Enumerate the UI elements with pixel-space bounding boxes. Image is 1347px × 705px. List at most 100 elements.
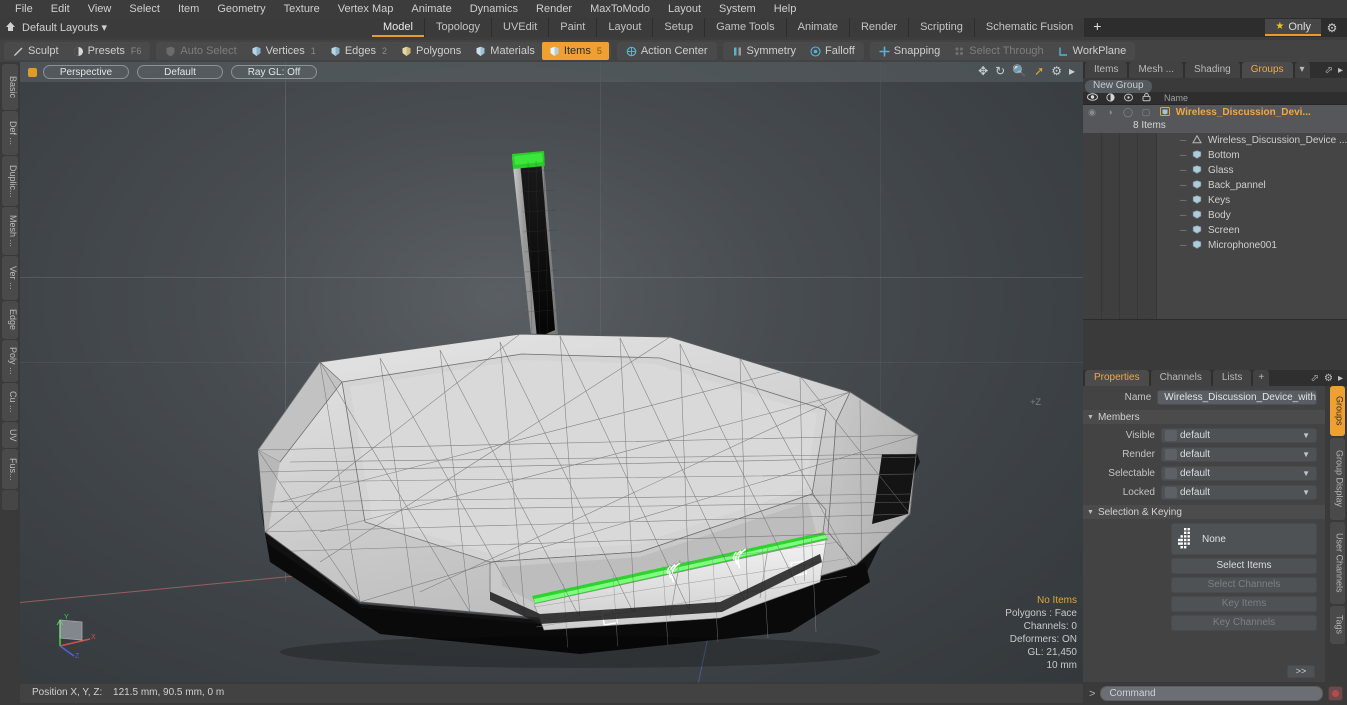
polygons-button[interactable]: Polygons	[394, 42, 468, 60]
toolbox-tab-polygon[interactable]: Poly ...	[2, 340, 18, 382]
snapping-button[interactable]: Snapping	[872, 42, 948, 60]
section-members[interactable]: ▼ Members	[1083, 410, 1325, 424]
tab-animate[interactable]: Animate	[786, 18, 849, 37]
viewport-3d[interactable]: Perspective Default Ray GL: Off ✥ ↻ 🔍 ➚ …	[20, 62, 1083, 682]
symmetry-button[interactable]: Symmetry	[725, 42, 804, 60]
tab-scripting[interactable]: Scripting	[909, 18, 974, 37]
side-tab-groups[interactable]: Groups	[1329, 386, 1345, 436]
table-row[interactable]: ─ Bottom	[1083, 148, 1347, 163]
presets-button[interactable]: Presets F6	[66, 42, 149, 60]
chevron-right-icon[interactable]: ▸	[1338, 373, 1343, 384]
side-tab-user-channels[interactable]: User Channels	[1329, 522, 1345, 604]
table-row[interactable]: ─ Screen	[1083, 223, 1347, 238]
chevron-right-icon[interactable]: ▸	[1069, 64, 1075, 78]
lock-toggle[interactable]: ▢	[1137, 107, 1155, 118]
toolbox-tab-vertex[interactable]: Ver ...	[2, 256, 18, 300]
default-layouts-dropdown[interactable]: Default Layouts ▾	[20, 21, 107, 34]
visible-dropdown[interactable]: default ▼	[1161, 428, 1317, 443]
tab-layout[interactable]: Layout	[597, 18, 653, 37]
panel-tab-groups[interactable]: Groups	[1241, 62, 1293, 78]
tab-setup[interactable]: Setup	[653, 18, 705, 37]
toolbox-tab-curve[interactable]: Cu ...	[2, 383, 18, 421]
selection-set-dropdown[interactable]: None	[1171, 523, 1317, 555]
chevron-down-icon[interactable]: ▾	[1294, 62, 1310, 78]
menu-item-maxtomodo[interactable]: MaxToModo	[581, 0, 659, 18]
menu-item-geometry[interactable]: Geometry	[208, 0, 274, 18]
tab-topology[interactable]: Topology	[424, 18, 492, 37]
items-button[interactable]: Items 5	[541, 42, 609, 60]
lock-icon[interactable]	[1137, 92, 1155, 104]
tab-model[interactable]: Model	[372, 18, 424, 37]
toolbox-tab-deform[interactable]: Def ...	[2, 111, 18, 155]
toolbox-tab-fusion[interactable]: Fus...	[2, 449, 18, 489]
more-options-button[interactable]: >>	[1287, 665, 1315, 678]
side-tab-group-display[interactable]: Group Display	[1329, 438, 1345, 520]
tab-lists[interactable]: Lists	[1212, 370, 1252, 386]
add-tab-button[interactable]: +	[1085, 18, 1110, 37]
eye-icon[interactable]	[1083, 93, 1101, 103]
render-toggle[interactable]: ◑	[1101, 107, 1119, 118]
viewport-menu-icon[interactable]	[28, 67, 37, 77]
select-icon[interactable]	[1119, 93, 1137, 104]
tab-schematic-fusion[interactable]: Schematic Fusion	[974, 18, 1085, 37]
menu-item-system[interactable]: System	[710, 0, 765, 18]
select-channels-button[interactable]: Select Channels	[1171, 577, 1317, 593]
select-through-button[interactable]: Select Through	[947, 42, 1050, 60]
tab-paint[interactable]: Paint	[549, 18, 597, 37]
edges-button[interactable]: Edges 2	[323, 42, 394, 60]
add-properties-tab-button[interactable]: +	[1253, 370, 1270, 386]
fit-icon[interactable]: ➚	[1034, 64, 1044, 78]
item-list[interactable]: ◉ ◑ ◯ ▢ Wireless_Discussion_Devi... 8 It…	[1083, 105, 1347, 320]
table-row[interactable]: ─ Microphone001	[1083, 238, 1347, 253]
expand-icon[interactable]: ⬀	[1311, 373, 1319, 384]
axis-gizmo[interactable]: Y X Z	[48, 606, 102, 660]
table-row[interactable]: ─ Glass	[1083, 163, 1347, 178]
menu-item-file[interactable]: File	[6, 0, 42, 18]
menu-item-help[interactable]: Help	[765, 0, 806, 18]
menu-item-view[interactable]: View	[79, 0, 121, 18]
tab-game-tools[interactable]: Game Tools	[705, 18, 786, 37]
locked-dropdown[interactable]: default ▼	[1161, 485, 1317, 500]
zoom-icon[interactable]: 🔍	[1012, 64, 1027, 78]
toolbox-tab-edge[interactable]: Edge	[2, 301, 18, 339]
menu-item-render[interactable]: Render	[527, 0, 581, 18]
toolbox-tab-mesh[interactable]: Mesh ...	[2, 207, 18, 255]
menu-item-vertex-map[interactable]: Vertex Map	[329, 0, 403, 18]
sculpt-button[interactable]: Sculpt	[6, 42, 66, 60]
table-row[interactable]: ─ Keys	[1083, 193, 1347, 208]
select-toggle[interactable]: ◯	[1119, 107, 1137, 118]
record-icon[interactable]	[1328, 686, 1343, 701]
toolbox-tab-uv[interactable]: UV	[2, 422, 18, 448]
command-input[interactable]: Command	[1100, 686, 1323, 701]
menu-item-animate[interactable]: Animate	[402, 0, 460, 18]
section-selection-keying[interactable]: ▼ Selection & Keying	[1083, 505, 1325, 519]
action-center-button[interactable]: Action Center	[619, 42, 715, 60]
toolbox-tab-extra[interactable]	[2, 490, 18, 510]
gear-icon[interactable]: ⚙	[1324, 373, 1333, 384]
home-icon[interactable]	[0, 21, 20, 35]
move-icon[interactable]: ✥	[978, 64, 988, 78]
gear-icon[interactable]: ⚙	[1051, 64, 1062, 78]
rotate-icon[interactable]: ↻	[995, 64, 1005, 78]
expand-icon[interactable]: ⬀	[1325, 65, 1333, 76]
table-row[interactable]: ◉ ◑ ◯ ▢ Wireless_Discussion_Devi...	[1083, 105, 1347, 120]
menu-item-edit[interactable]: Edit	[42, 0, 79, 18]
eye-toggle[interactable]: ◉	[1083, 107, 1101, 118]
select-items-button[interactable]: Select Items	[1171, 558, 1317, 574]
side-tab-tags[interactable]: Tags	[1329, 606, 1345, 644]
menu-item-select[interactable]: Select	[120, 0, 169, 18]
panel-tab-mesh[interactable]: Mesh ...	[1129, 62, 1184, 78]
table-row[interactable]: ─ Wireless_Discussion_Device ...	[1083, 133, 1347, 148]
chevron-right-icon[interactable]: ▸	[1338, 65, 1343, 76]
menu-item-layout[interactable]: Layout	[659, 0, 710, 18]
only-toggle-button[interactable]: ★ Only	[1265, 19, 1321, 36]
gear-icon[interactable]: ⚙	[1321, 21, 1343, 35]
render-icon[interactable]	[1101, 92, 1119, 104]
tab-uvedit[interactable]: UVEdit	[492, 18, 549, 37]
panel-tab-items[interactable]: Items	[1085, 62, 1128, 78]
viewport-raygl-toggle[interactable]: Ray GL: Off	[231, 65, 317, 79]
menu-item-texture[interactable]: Texture	[275, 0, 329, 18]
key-items-button[interactable]: Key Items	[1171, 596, 1317, 612]
selectable-dropdown[interactable]: default ▼	[1161, 466, 1317, 481]
tab-render[interactable]: Render	[849, 18, 909, 37]
